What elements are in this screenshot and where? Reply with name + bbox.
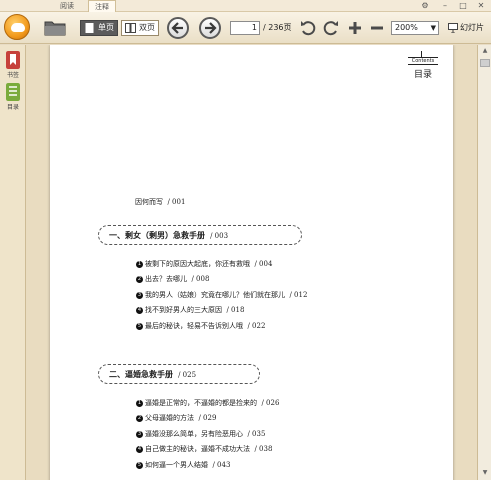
toc-item-page: / 035 (247, 429, 266, 438)
scroll-down-icon[interactable]: ▼ (480, 469, 490, 477)
folder-icon[interactable] (44, 19, 66, 36)
next-page-icon (205, 22, 217, 34)
document-viewer[interactable]: Contents 目录 因何而写 / 001 一、剩女（剩男）急救手册 / 00… (26, 45, 477, 480)
toc-item-page: / 043 (212, 460, 231, 469)
toc-item-page: / 029 (198, 414, 217, 423)
chapter-title: 一、剩女（剩男）急救手册 (109, 230, 205, 240)
page-total: / 236页 (263, 23, 292, 32)
toc-item-text: 如何逼一个男人结婚 (145, 460, 208, 469)
slideshow-label: 幻灯片 (460, 23, 484, 32)
toc-chapter-1[interactable]: 一、剩女（剩男）急救手册 / 003 (98, 225, 302, 245)
toc-item[interactable]: 1 被剩下的原因大起底，你还有救哦 / 004 (136, 257, 307, 272)
toc-item[interactable]: 5 最后的秘诀，轻易不告诉别人哦 / 022 (136, 319, 307, 334)
single-page-label: 单页 (98, 23, 114, 32)
zoom-in-icon[interactable] (346, 19, 364, 37)
item-number-badge: 3 (136, 430, 143, 438)
item-number-badge: 5 (136, 322, 143, 330)
slideshow-button[interactable]: 幻灯片 (448, 21, 484, 35)
scroll-up-icon[interactable]: ▲ (480, 47, 490, 55)
prev-page-icon (171, 22, 183, 34)
single-page-icon (85, 23, 94, 33)
toc-entry-text: 因何而写 (135, 198, 163, 206)
double-page-icon (125, 23, 136, 33)
item-number-badge: 1 (136, 400, 143, 407)
settings-icon[interactable]: ⚙ (420, 1, 430, 11)
toc-item-text: 逼婚没那么简单，另有险恶用心 (145, 429, 243, 438)
toc-item[interactable]: 2 出去？去哪儿 / 008 (136, 272, 307, 287)
contents-header-cn: 目录 (414, 70, 433, 80)
toc-item-page: / 008 (191, 275, 210, 284)
next-page-button[interactable] (199, 17, 221, 39)
item-number-badge: 2 (136, 276, 143, 284)
toc-item[interactable]: 2 父母逼婚的方法 / 029 (136, 411, 279, 426)
toc-item-text: 逼婚是正常的，不逼婚的都是捡来的 (145, 399, 257, 407)
tab-read[interactable]: 阅读 (54, 0, 80, 12)
chapter-title: 二、逼婚急救手册 (109, 369, 173, 379)
toc-entry-page: / 001 (167, 198, 186, 206)
toc-item[interactable]: 5 如何逼一个男人结婚 / 043 (136, 458, 279, 473)
close-icon[interactable]: ✕ (476, 1, 486, 11)
chevron-down-icon: ▼ (430, 24, 436, 32)
rotate-right-icon[interactable] (322, 19, 340, 37)
item-number-badge: 1 (136, 261, 143, 268)
rotate-left-icon[interactable] (299, 19, 317, 37)
slideshow-icon (448, 23, 458, 33)
toc-chapter-2-items: 1 逼婚是正常的，不逼婚的都是捡来的 / 026 2 父母逼婚的方法 / 029 3… (136, 396, 279, 473)
toc-item-text: 自己做主的秘诀，逼婚不成功大法 (145, 445, 250, 454)
sidebar-item-contents[interactable]: 目录 (2, 83, 24, 111)
toc-item-text: 找不到好男人的三大原因 (145, 306, 222, 315)
chapter-page: / 003 (210, 232, 229, 240)
toc-chapter-2[interactable]: 二、逼婚急救手册 / 025 (98, 364, 260, 384)
page-number-input[interactable]: 1 (230, 21, 260, 35)
toc-item-text: 被剩下的原因大起底，你还有救哦 (145, 260, 250, 268)
toolbar: 单页 双页 1 / 236页 200% ▼ 幻灯片 (0, 12, 491, 44)
tab-annotate[interactable]: 注释 (88, 0, 116, 12)
sidebar-item-bookmarks[interactable]: 书签 (2, 51, 24, 79)
toc-item-page: / 026 (261, 399, 280, 407)
toc-chapter-1-items: 1 被剩下的原因大起底，你还有救哦 / 004 2 出去？去哪儿 / 008 3 我的… (136, 257, 307, 334)
zoom-select[interactable]: 200% ▼ (391, 21, 439, 35)
toc-item-text: 出去？去哪儿 (145, 275, 187, 284)
toc-item[interactable]: 3 我的男人（姑娘）究竟在哪儿？他们就在那儿 / 012 (136, 288, 307, 303)
maximize-icon[interactable]: □ (458, 1, 468, 11)
sidebar: 书签 目录 (0, 45, 26, 480)
toc-entry-intro[interactable]: 因何而写 / 001 (135, 197, 185, 207)
zoom-out-icon[interactable] (368, 19, 386, 37)
item-number-badge: 2 (136, 415, 143, 423)
toc-item-page: / 018 (226, 306, 245, 315)
toc-item-page: / 038 (254, 445, 273, 454)
menu-bar: 阅读 注释 ⚙ – □ ✕ (0, 0, 491, 12)
prev-page-button[interactable] (167, 17, 189, 39)
toc-item-page: / 004 (254, 260, 273, 268)
item-number-badge: 4 (136, 307, 143, 315)
vertical-scrollbar[interactable]: ▲ ▼ (477, 45, 491, 480)
single-page-button[interactable]: 单页 (80, 20, 118, 36)
bookmark-icon (6, 51, 20, 69)
toc-item-text: 父母逼婚的方法 (145, 414, 194, 423)
minimize-icon[interactable]: – (440, 1, 450, 11)
toc-item-page: / 022 (247, 321, 266, 330)
item-number-badge: 3 (136, 291, 143, 299)
toc-item[interactable]: 1 逼婚是正常的，不逼婚的都是捡来的 / 026 (136, 396, 279, 411)
logo-icon (4, 14, 30, 40)
toc-item-text: 最后的秘诀，轻易不告诉别人哦 (145, 321, 243, 330)
item-number-badge: 4 (136, 446, 143, 454)
zoom-value: 200% (395, 23, 418, 32)
toc-icon (6, 83, 20, 101)
toc-item[interactable]: 4 自己做主的秘诀，逼婚不成功大法 / 038 (136, 442, 279, 457)
toc-item[interactable]: 3 逼婚没那么简单，另有险恶用心 / 035 (136, 427, 279, 442)
double-page-button[interactable]: 双页 (121, 20, 159, 36)
double-page-label: 双页 (139, 23, 155, 32)
toc-item[interactable]: 4 找不到好男人的三大原因 / 018 (136, 303, 307, 318)
document-page: Contents 目录 因何而写 / 001 一、剩女（剩男）急救手册 / 00… (50, 45, 453, 480)
sidebar-item-label: 目录 (6, 104, 19, 111)
toc-item-text: 我的男人（姑娘）究竟在哪儿？他们就在那儿 (145, 290, 285, 299)
sidebar-item-label: 书签 (6, 72, 19, 79)
chapter-page: / 025 (178, 371, 197, 379)
scroll-thumb[interactable] (480, 59, 490, 67)
item-number-badge: 5 (136, 461, 143, 469)
toc-item-page: / 012 (289, 290, 308, 299)
contents-header-en: Contents (408, 57, 438, 65)
